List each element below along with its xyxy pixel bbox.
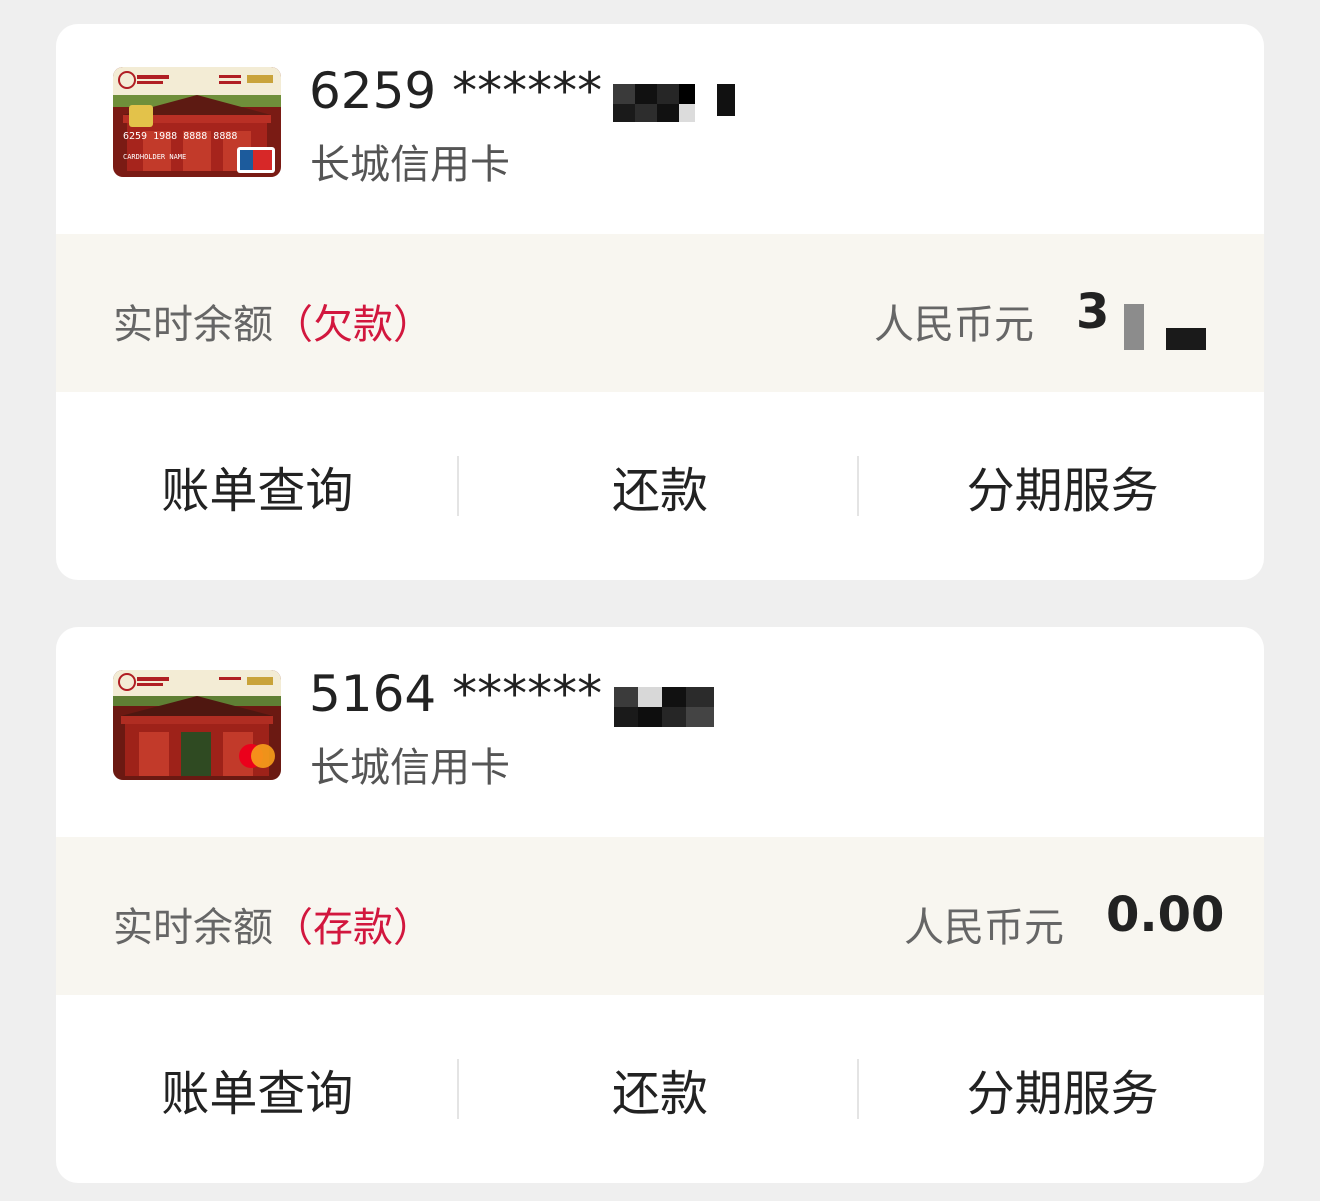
svg-text:CARDHOLDER NAME: CARDHOLDER NAME (123, 153, 186, 161)
balance-amount: 0.00 (1106, 887, 1225, 943)
action-divider (457, 1059, 459, 1119)
credit-card-panel-1: 6259 1988 8888 8888 CARDHOLDER NAME 6259… (56, 24, 1264, 580)
card-thumbnail-image (113, 670, 281, 780)
card-number: 6259 ****** (309, 62, 603, 120)
action-bar: 账单查询 还款 分期服务 (56, 995, 1264, 1183)
balance-row: 实时余额（存款） 人民币元 0.00 (56, 837, 1264, 995)
redacted-mask (606, 687, 718, 727)
balance-label: 实时余额 (113, 302, 273, 348)
card-header[interactable]: 5164 ****** 长城信用卡 (56, 627, 1264, 837)
balance-type: （欠款） (273, 302, 433, 348)
balance-label-group: 实时余额（欠款） (113, 292, 433, 350)
redacted-mask (1100, 304, 1210, 354)
balance-row: 实时余额（欠款） 人民币元 3 (56, 234, 1264, 392)
repayment-button[interactable]: 还款 (459, 995, 862, 1183)
card-number: 5164 ****** (309, 665, 603, 723)
repayment-button[interactable]: 还款 (459, 392, 862, 580)
svg-text:6259 1988 8888 8888: 6259 1988 8888 8888 (123, 131, 237, 142)
balance-type: （存款） (273, 905, 433, 951)
balance-label: 实时余额 (113, 905, 273, 951)
card-product-name: 长城信用卡 (310, 745, 510, 791)
action-divider (857, 1059, 859, 1119)
page: 6259 1988 8888 8888 CARDHOLDER NAME 6259… (0, 0, 1320, 1201)
currency-label: 人民币元 (874, 302, 1034, 348)
bill-query-button[interactable]: 账单查询 (56, 392, 459, 580)
redacted-mask (613, 84, 739, 124)
installment-service-button[interactable]: 分期服务 (861, 392, 1264, 580)
credit-card-panel-2: 5164 ****** 长城信用卡 实时余额（存款） 人民币元 0.00 账单查… (56, 627, 1264, 1183)
action-divider (857, 456, 859, 516)
card-thumbnail-image: 6259 1988 8888 8888 CARDHOLDER NAME (113, 67, 281, 177)
card-header[interactable]: 6259 1988 8888 8888 CARDHOLDER NAME 6259… (56, 24, 1264, 234)
installment-service-button[interactable]: 分期服务 (861, 995, 1264, 1183)
card-product-name: 长城信用卡 (310, 142, 510, 188)
currency-label: 人民币元 (904, 905, 1064, 951)
action-bar: 账单查询 还款 分期服务 (56, 392, 1264, 580)
bill-query-button[interactable]: 账单查询 (56, 995, 459, 1183)
action-divider (457, 456, 459, 516)
balance-label-group: 实时余额（存款） (113, 895, 433, 953)
